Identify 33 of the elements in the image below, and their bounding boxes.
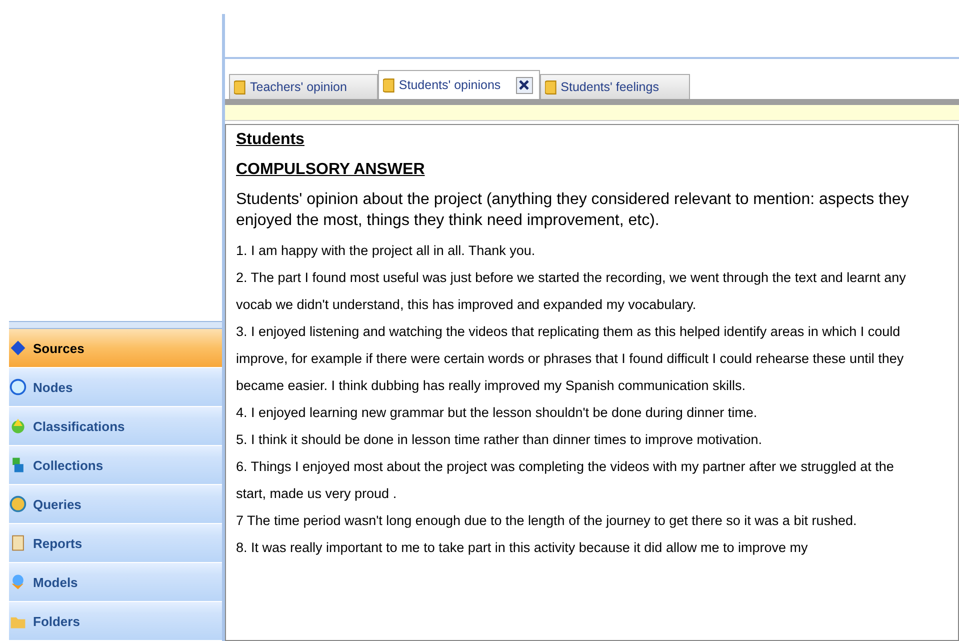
splitter-handle[interactable]: [9, 321, 222, 329]
document-icon: [9, 534, 27, 552]
navigation-item[interactable]: Queries: [9, 485, 222, 524]
document-title: Students: [236, 131, 306, 149]
ball-icon: [9, 378, 27, 396]
circle-icon: [9, 495, 27, 513]
circle-icon: [9, 417, 27, 435]
navigation-item[interactable]: Folders: [9, 602, 222, 641]
tab[interactable]: Teachers' opinion: [229, 74, 378, 99]
diamond-icon: [9, 339, 27, 357]
navigation-item[interactable]: Nodes: [9, 368, 222, 407]
navigation-item[interactable]: Classifications: [9, 407, 222, 446]
answer-text: 8. It was really important to me to take part in this activity because it did allow me to improve my: [236, 539, 809, 557]
answer-text: 5. I think it should be done in lesson time rather than dinner times to improve motivation.: [236, 431, 764, 449]
note-icon: [544, 80, 558, 94]
navigation-item[interactable]: Collections: [9, 446, 222, 485]
navigation-item[interactable]: Models: [9, 563, 222, 602]
close-button[interactable]: [516, 76, 533, 94]
answer-text: 4. I enjoyed learning new grammar but the lesson shouldn't be done during dinner time.: [236, 404, 758, 422]
navigation-item[interactable]: Sources: [9, 329, 222, 368]
note-icon: [382, 78, 396, 92]
section-heading: COMPULSORY ANSWER: [236, 161, 426, 179]
close-icon: [519, 80, 530, 90]
note-icon: [234, 80, 247, 94]
answer-text: 3. I enjoyed listening and watching the videos that replicating them as this helped identify areas in which I could improve, for example if there were certain words or phrases that I found difficult I could rehearse these until they became easier. I think dubbing has really improved my Spanish communication skills.: [236, 323, 905, 395]
question-text: Students' opinion about the project (anything they considered relevant to mention: aspects they enjoyed the most, things they think need improvement, etc).: [236, 190, 910, 231]
answer-text: 2. The part I found most useful was just before we started the recording, we went through the text and learnt any vocab we didn't understand, this has improved and expanded my vocabulary.: [236, 269, 907, 314]
answer-text: 6. Things I enjoyed most about the project was completing the videos with my partner after we struggled at the start, made us very proud .: [236, 458, 895, 503]
navigation-item[interactable]: Reports: [9, 524, 222, 563]
answer-text: 7 The time period wasn't long enough due to the length of the journey to get there so it was a bit rushed.: [236, 512, 858, 530]
tab[interactable]: Students' opinions: [378, 70, 540, 99]
tab[interactable]: Students' feelings: [540, 74, 690, 99]
answer-text: 1. I am happy with the project all in all. Thank you.: [236, 242, 536, 260]
